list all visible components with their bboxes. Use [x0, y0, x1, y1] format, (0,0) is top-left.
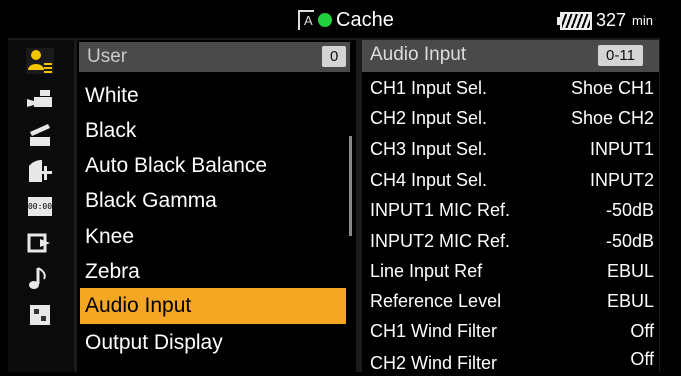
menu-item-output-display[interactable]: Output Display [85, 331, 223, 355]
detail-row[interactable]: Line Input Ref EBUL [370, 261, 654, 283]
detail-key: CH1 Input Sel. [370, 78, 488, 98]
battery-icon [557, 11, 592, 30]
memory-card-icon: A [298, 10, 314, 30]
svg-text:00:00: 00:00 [28, 202, 52, 211]
detail-value: INPUT2 [589, 170, 654, 190]
camera-icon[interactable] [26, 86, 54, 112]
menu-title: User [87, 46, 128, 67]
card-glyph: A [304, 13, 313, 28]
cache-label: Cache [336, 8, 394, 31]
menu-item-audio-input[interactable]: Audio Input [80, 288, 346, 324]
detail-value: Shoe CH2 [570, 108, 654, 128]
detail-title: Audio Input [370, 44, 467, 65]
detail-row[interactable]: Reference Level EBUL [370, 291, 654, 313]
detail-value: -50dB [605, 200, 654, 220]
menu-item-zebra[interactable]: Zebra [85, 260, 140, 284]
detail-row[interactable]: CH1 Wind Filter Off [370, 321, 654, 343]
detail-key: CH2 Input Sel. [370, 108, 488, 128]
audio-note-icon[interactable] [26, 266, 54, 292]
detail-value: Off [630, 349, 654, 369]
menu-header: User 0 [79, 42, 350, 72]
detail-row[interactable]: CH4 Input Sel. INPUT2 [370, 170, 654, 192]
menu-item-auto-black-balance[interactable]: Auto Black Balance [85, 154, 267, 178]
battery-unit: min [632, 13, 653, 28]
detail-header: Audio Input 0-11 [362, 40, 659, 72]
detail-key: CH4 Input Sel. [370, 170, 488, 190]
detail-value: EBUL [606, 261, 654, 281]
detail-value: INPUT1 [589, 139, 654, 159]
detail-row[interactable]: CH1 Input Sel. Shoe CH1 [370, 78, 654, 100]
detail-key: CH1 Wind Filter [370, 321, 498, 341]
detail-key: INPUT1 MIC Ref. [370, 200, 511, 220]
menu-item-white[interactable]: White [85, 84, 139, 108]
menu-page-badge: 0 [322, 46, 347, 67]
detail-row[interactable]: INPUT1 MIC Ref. -50dB [370, 200, 654, 222]
timecode-icon[interactable]: 00:00 [26, 194, 54, 220]
menu-scrollbar[interactable] [349, 136, 352, 236]
detail-range-badge: 0-11 [598, 45, 643, 66]
detail-value: EBUL [606, 291, 654, 311]
detail-row[interactable]: CH2 Wind Filter Off [370, 349, 654, 371]
battery-status: 327 min [557, 10, 653, 31]
detail-key: Line Input Ref [370, 261, 483, 281]
cache-dot-icon [318, 13, 332, 27]
detail-row[interactable]: CH3 Input Sel. INPUT1 [370, 139, 654, 161]
category-sidebar: 00:00 [8, 40, 74, 372]
menu-item-black-gamma[interactable]: Black Gamma [85, 189, 217, 213]
detail-row[interactable]: CH2 Input Sel. Shoe CH2 [370, 108, 654, 130]
detail-value: Shoe CH1 [570, 78, 654, 98]
detail-value: -50dB [605, 231, 654, 251]
detail-panel: Audio Input 0-11 CH1 Input Sel. Shoe CH1… [362, 40, 659, 372]
user-icon[interactable] [26, 48, 54, 74]
detail-value: Off [630, 321, 654, 341]
cache-status: A Cache [298, 8, 394, 32]
menu-list: User 0 White Black Auto Black Balance Bl… [77, 40, 356, 372]
clapper-icon[interactable] [26, 122, 54, 148]
detail-row[interactable]: INPUT2 MIC Ref. -50dB [370, 231, 654, 253]
grid-icon[interactable] [26, 302, 54, 328]
detail-key: INPUT2 MIC Ref. [370, 231, 511, 251]
status-bar: A Cache 327 min [0, 0, 681, 38]
battery-value: 327 [596, 10, 627, 30]
output-icon[interactable] [26, 230, 54, 256]
detail-key: CH3 Input Sel. [370, 139, 488, 159]
menu-item-knee[interactable]: Knee [85, 225, 134, 249]
menu-item-black[interactable]: Black [85, 119, 136, 143]
lens-icon[interactable] [26, 158, 54, 184]
detail-key: CH2 Wind Filter [370, 353, 498, 371]
detail-key: Reference Level [370, 291, 502, 311]
